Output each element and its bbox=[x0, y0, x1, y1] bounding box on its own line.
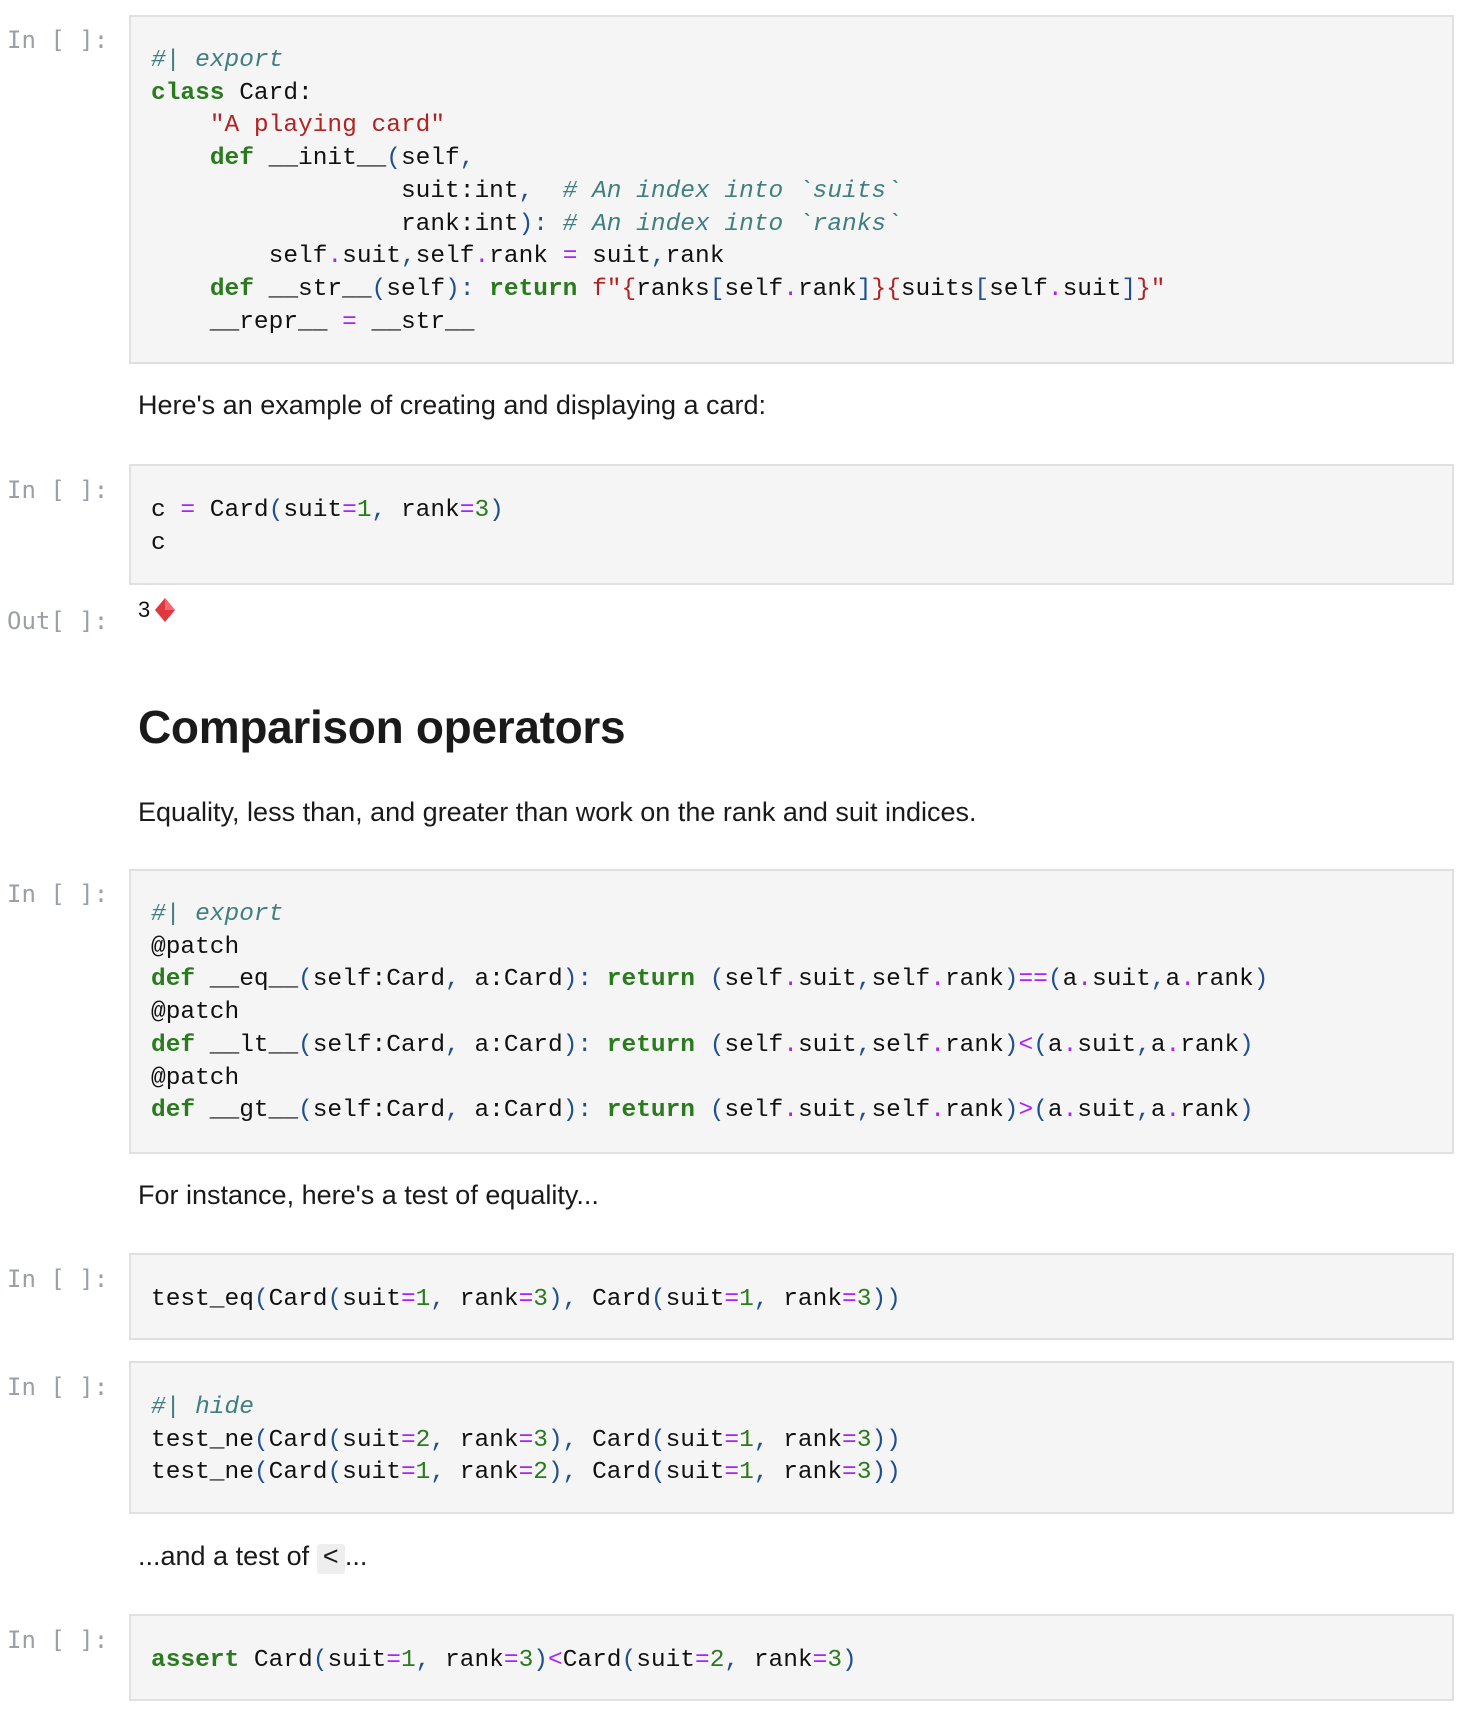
code-block: assert Card(suit=1, rank=3)<Card(suit=2,… bbox=[151, 1645, 1452, 1678]
code-cell-editor[interactable]: #| export class Card: "A playing card" d… bbox=[129, 15, 1454, 364]
code-line: @patch bbox=[151, 933, 240, 961]
inline-code: < bbox=[316, 1544, 345, 1574]
code-line: #| export bbox=[151, 901, 284, 928]
code-block: c = Card(suit=1, rank=3) c bbox=[151, 495, 1452, 560]
code-line: test_ne(Card(suit=1, rank=2), Card(suit=… bbox=[151, 1459, 901, 1487]
code-line: rank:int): # An index into `ranks` bbox=[151, 210, 901, 238]
code-line: self.suit,self.rank = suit,rank bbox=[151, 243, 725, 271]
output-card-rank: 3 bbox=[138, 597, 151, 622]
section-heading: Comparison operators bbox=[138, 701, 626, 753]
input-prompt: In [ ]: bbox=[7, 880, 109, 908]
code-line: test_ne(Card(suit=2, rank=3), Card(suit=… bbox=[151, 1426, 901, 1454]
code-line: suit:int, # An index into `suits` bbox=[151, 177, 901, 205]
code-line: __repr__ = __str__ bbox=[151, 308, 475, 336]
code-cell-editor[interactable]: #| export @patch def __eq__(self:Card, a… bbox=[129, 869, 1454, 1154]
markdown-text: Here's an example of creating and displa… bbox=[138, 390, 767, 420]
code-line: class Card: bbox=[151, 79, 313, 107]
code-line: @patch bbox=[151, 999, 240, 1027]
cell-output: 3 bbox=[138, 597, 176, 623]
code-block: test_eq(Card(suit=1, rank=3), Card(suit=… bbox=[151, 1284, 1452, 1317]
markdown-text-after: ... bbox=[344, 1541, 368, 1571]
code-line: "A playing card" bbox=[209, 112, 446, 140]
code-line: def __lt__(self:Card, a:Card): return (s… bbox=[151, 1031, 1254, 1059]
code-cell-editor[interactable]: #| hide test_ne(Card(suit=2, rank=3), Ca… bbox=[129, 1361, 1454, 1514]
input-prompt: In [ ]: bbox=[7, 1373, 109, 1401]
code-cell-editor[interactable]: c = Card(suit=1, rank=3) c bbox=[129, 464, 1454, 585]
code-line: def __init__(self, bbox=[209, 145, 475, 173]
markdown-text: For instance, here's a test of equality.… bbox=[138, 1180, 599, 1210]
markdown-text-before: ...and a test of bbox=[138, 1541, 310, 1571]
code-line: @patch bbox=[151, 1064, 240, 1092]
code-line: def __eq__(self:Card, a:Card): return (s… bbox=[151, 966, 1269, 994]
code-block: #| export class Card: "A playing card" d… bbox=[151, 45, 1452, 339]
diamond-icon bbox=[154, 597, 176, 623]
code-line: test_eq(Card(suit=1, rank=3), Card(suit=… bbox=[151, 1286, 901, 1313]
code-line: def __gt__(self:Card, a:Card): return (s… bbox=[151, 1097, 1254, 1125]
code-line: def __str__(self): return f"{ranks[self.… bbox=[209, 275, 1166, 303]
input-prompt: In [ ]: bbox=[7, 1265, 109, 1293]
code-cell-editor[interactable]: assert Card(suit=1, rank=3)<Card(suit=2,… bbox=[129, 1614, 1454, 1701]
input-prompt: In [ ]: bbox=[7, 1626, 109, 1654]
code-line: #| export bbox=[151, 47, 284, 74]
code-cell-editor[interactable]: test_eq(Card(suit=1, rank=3), Card(suit=… bbox=[129, 1253, 1454, 1340]
code-line: assert Card(suit=1, rank=3)<Card(suit=2,… bbox=[151, 1647, 857, 1674]
code-line: c bbox=[151, 529, 166, 557]
code-line: #| hide bbox=[151, 1394, 254, 1421]
markdown-text: ...and a test of <... bbox=[138, 1541, 367, 1574]
code-block: #| export @patch def __eq__(self:Card, a… bbox=[151, 899, 1452, 1128]
markdown-text: Equality, less than, and greater than wo… bbox=[138, 797, 977, 827]
output-prompt: Out[ ]: bbox=[7, 607, 109, 635]
code-block: #| hide test_ne(Card(suit=2, rank=3), Ca… bbox=[151, 1392, 1452, 1490]
input-prompt: In [ ]: bbox=[7, 476, 109, 504]
code-line: c = Card(suit=1, rank=3) bbox=[151, 497, 504, 524]
input-prompt: In [ ]: bbox=[7, 26, 109, 54]
